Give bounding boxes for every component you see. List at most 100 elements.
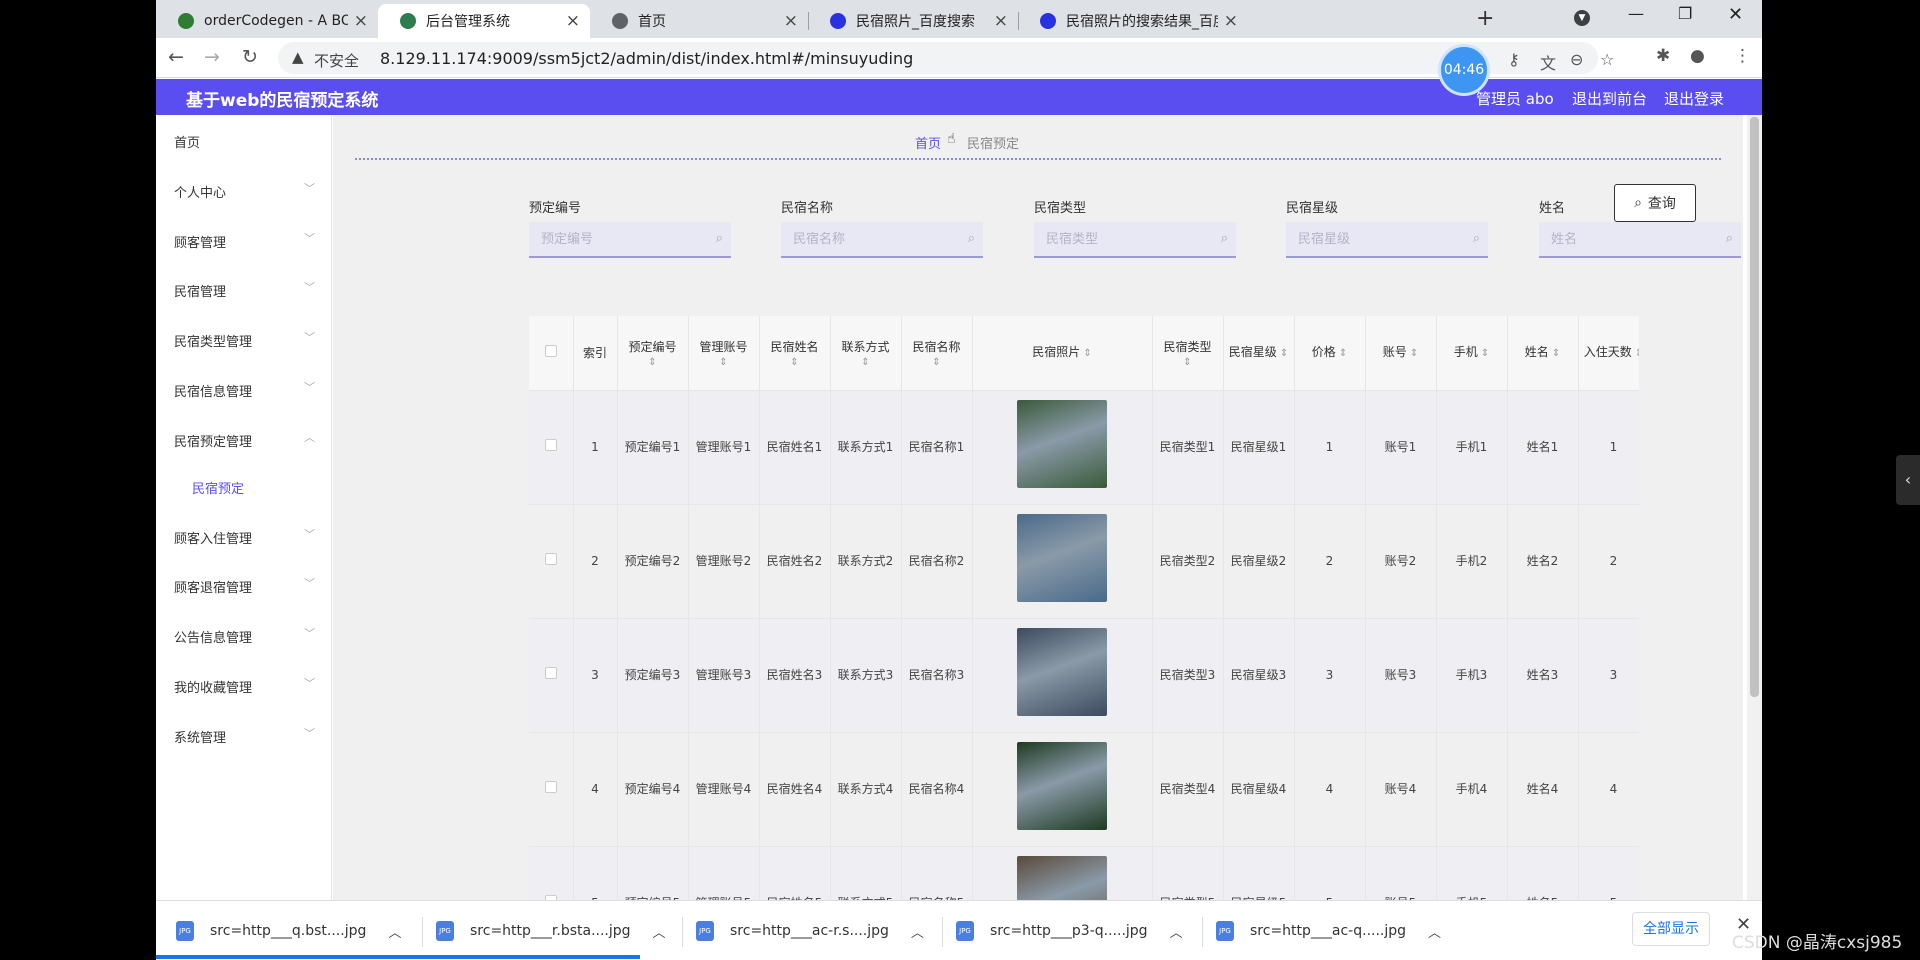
column-header[interactable]: 预定编号 ⇕ (617, 316, 689, 391)
sidebar-item-10[interactable]: 顾客退宿管理 (174, 577, 252, 596)
tab-3[interactable]: 首页 × (590, 4, 808, 38)
sort-icon[interactable]: ⇕ (762, 357, 828, 369)
restore-icon[interactable]: ❐ (1678, 4, 1692, 23)
show-all-downloads-button[interactable]: 全部显示 (1632, 912, 1710, 946)
download-item[interactable]: JPG src=http___ac-q.....jpg ︿ (1216, 913, 1441, 949)
sidebar-item-5[interactable]: 民宿类型管理 (174, 331, 252, 350)
chevron-up-icon[interactable]: ︿ (1170, 922, 1183, 941)
tab-5[interactable]: 民宿照片的搜索结果_百度图片搜 × (1018, 4, 1248, 38)
sort-icon[interactable]: ⇕ (1277, 348, 1288, 359)
column-header[interactable]: 管理账号 ⇕ (688, 316, 760, 391)
download-item[interactable]: JPG src=http___q.bst....jpg ︿ (176, 913, 401, 949)
row-checkbox[interactable] (544, 553, 557, 565)
filter-input[interactable] (781, 222, 941, 256)
tab-4[interactable]: 民宿照片_百度搜索 × (808, 4, 1018, 38)
sort-icon[interactable]: ⇕ (1632, 348, 1639, 359)
download-item[interactable]: JPG src=http___p3-q.....jpg ︿ (956, 913, 1183, 949)
sidebar-item-7[interactable]: 民宿预定管理 (174, 431, 252, 450)
sidebar-item-4[interactable]: 民宿管理 (174, 281, 226, 300)
table-cell-mname: 民宿姓名5 (759, 846, 831, 900)
column-header[interactable]: 民宿名称 ⇕ (901, 316, 973, 391)
tab-close-icon[interactable]: × (1224, 11, 1238, 31)
sidebar-item-1[interactable]: 首页 (174, 132, 200, 151)
column-header[interactable]: 联系方式 ⇕ (830, 316, 902, 391)
scrollbar-thumb[interactable] (1750, 117, 1759, 697)
chevron-up-icon[interactable]: ︿ (911, 922, 924, 941)
tab-2[interactable]: 后台管理系统 × (378, 4, 590, 38)
table-cell-mname: 民宿姓名4 (759, 732, 831, 847)
filter-input[interactable] (529, 222, 689, 256)
zoom-icon[interactable]: ⊖ (1570, 50, 1583, 69)
filter-input[interactable] (1286, 222, 1446, 256)
chevron-up-icon[interactable]: ︿ (388, 922, 401, 941)
sort-icon[interactable]: ⇕ (1080, 348, 1091, 359)
sidebar-item-2[interactable]: 个人中心 (174, 182, 226, 201)
sort-icon[interactable]: ⇕ (1549, 348, 1560, 359)
minimize-icon[interactable]: — (1628, 4, 1644, 23)
forward-icon[interactable]: → (204, 46, 220, 68)
column-header-label: 民宿姓名 (770, 339, 819, 354)
sort-icon[interactable]: ⇕ (691, 357, 757, 369)
column-header[interactable]: 民宿类型 ⇕ (1152, 316, 1224, 391)
sidebar-item-8[interactable]: 民宿预定 (192, 478, 244, 497)
column-header[interactable]: 入住天数 ⇕ (1578, 316, 1639, 391)
column-header[interactable]: 手机 ⇕ (1436, 316, 1508, 391)
menu-icon[interactable]: ⋮ (1734, 46, 1751, 66)
extensions-icon[interactable]: ✱ (1656, 46, 1670, 66)
sidebar-item-6[interactable]: 民宿信息管理 (174, 381, 252, 400)
chevron-up-icon[interactable]: ︿ (1428, 922, 1441, 941)
tab-close-icon[interactable]: × (994, 11, 1008, 31)
back-icon[interactable]: ← (168, 46, 184, 68)
row-checkbox[interactable] (544, 439, 557, 451)
exit-to-front-link[interactable]: 退出到前台 (1572, 88, 1647, 109)
download-item[interactable]: JPG src=http___r.bsta....jpg ︿ (436, 913, 666, 949)
tab-search-icon[interactable]: ▼ (1574, 10, 1590, 26)
column-header[interactable]: 民宿照片 ⇕ (972, 316, 1153, 391)
sidebar-item-3[interactable]: 顾客管理 (174, 232, 226, 251)
sort-icon[interactable]: ⇕ (620, 357, 686, 369)
vertical-scrollbar[interactable] (1747, 115, 1762, 900)
address-bar[interactable]: ▲ 不安全 8.129.11.174:9009/ssm5jct2/admin/d… (278, 42, 1614, 74)
tab-close-icon[interactable]: × (354, 11, 368, 31)
sort-icon[interactable]: ⇕ (1478, 348, 1489, 359)
search-button[interactable]: ⌕ 查询 (1614, 184, 1696, 222)
tab-1[interactable]: orderCodegen - A BO × (156, 4, 378, 38)
logout-link[interactable]: 退出登录 (1664, 88, 1724, 109)
side-panel-toggle[interactable]: ‹ (1896, 455, 1920, 505)
row-checkbox[interactable] (544, 667, 557, 679)
column-header[interactable]: 索引 (573, 316, 618, 391)
column-header[interactable]: 账号 ⇕ (1365, 316, 1437, 391)
sort-icon[interactable]: ⇕ (833, 357, 899, 369)
table-cell-admin: 管理账号5 (688, 846, 760, 900)
reload-icon[interactable]: ↻ (242, 46, 258, 68)
sort-icon[interactable]: ⇕ (904, 357, 970, 369)
url-text[interactable]: 8.129.11.174:9009/ssm5jct2/admin/dist/in… (380, 49, 913, 68)
sort-icon[interactable]: ⇕ (1155, 357, 1221, 369)
select-all-checkbox[interactable] (544, 344, 557, 357)
bookmark-star-icon[interactable]: ☆ (1600, 50, 1614, 69)
column-header[interactable]: 民宿星级 ⇕ (1223, 316, 1295, 391)
sort-icon[interactable]: ⇕ (1336, 348, 1347, 359)
sort-icon[interactable]: ⇕ (1407, 348, 1418, 359)
sidebar-item-9[interactable]: 顾客入住管理 (174, 528, 252, 547)
close-window-icon[interactable]: ✕ (1728, 4, 1743, 25)
row-checkbox[interactable] (544, 781, 557, 793)
sidebar-item-13[interactable]: 系统管理 (174, 727, 226, 746)
column-header[interactable]: 价格 ⇕ (1294, 316, 1366, 391)
filter-input[interactable] (1539, 222, 1699, 256)
sidebar-item-12[interactable]: 我的收藏管理 (174, 677, 252, 696)
new-tab-button[interactable]: + (1476, 6, 1494, 31)
profile-icon[interactable]: ● (1690, 46, 1705, 66)
breadcrumb-home[interactable]: 首页 (915, 133, 941, 152)
filter-input[interactable] (1034, 222, 1194, 256)
tab-close-icon[interactable]: × (566, 11, 580, 31)
tab-close-icon[interactable]: × (784, 11, 798, 31)
column-header[interactable]: 民宿姓名 ⇕ (759, 316, 831, 391)
key-icon[interactable]: ⚷ (1508, 50, 1520, 69)
download-item[interactable]: JPG src=http___ac-r.s....jpg ︿ (696, 913, 924, 949)
translate-icon[interactable]: 文 (1540, 50, 1556, 74)
cell-text: 3 (591, 668, 599, 682)
sidebar-item-11[interactable]: 公告信息管理 (174, 627, 252, 646)
chevron-up-icon[interactable]: ︿ (653, 922, 666, 941)
column-header[interactable]: 姓名 ⇕ (1507, 316, 1579, 391)
